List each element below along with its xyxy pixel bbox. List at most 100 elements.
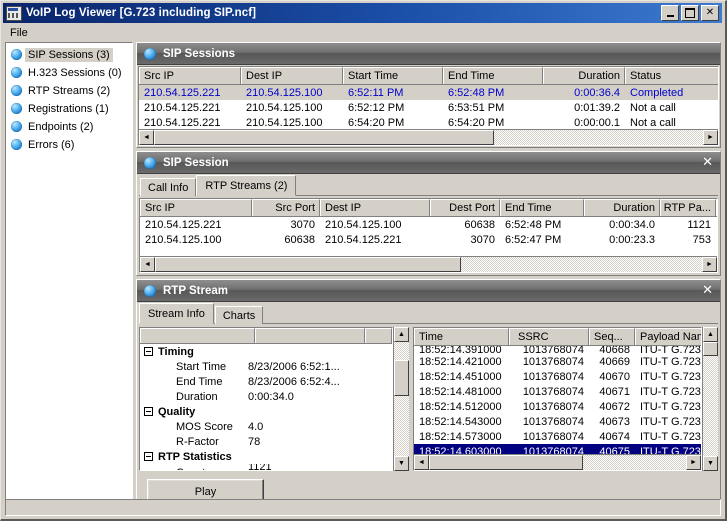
scroll-thumb[interactable] — [154, 130, 495, 145]
sip-sessions-hscrollbar[interactable]: ◄ ► — [139, 129, 718, 145]
tab-rtp-streams[interactable]: RTP Streams (2) — [196, 175, 297, 196]
table-row[interactable]: 18:52:14.421000 1013768074 40669 ITU-T G… — [414, 354, 701, 369]
column-header-time[interactable]: Time — [414, 328, 509, 345]
table-row[interactable]: 210.54.125.221 210.54.125.100 6:52:11 PM… — [139, 85, 718, 100]
scroll-down-icon[interactable]: ▼ — [703, 456, 718, 471]
rtp-streams-hscrollbar[interactable]: ◄ ► — [140, 256, 717, 272]
table-row[interactable]: 18:52:14.512000 1013768074 40672 ITU-T G… — [414, 399, 701, 414]
rtp-streams-grid[interactable]: Src IP Src Port Dest IP Dest Port End Ti… — [139, 198, 718, 273]
tab-stream-info[interactable]: Stream Info — [139, 303, 214, 324]
property-row[interactable]: End Time 8/23/2006 6:52:4... — [140, 374, 392, 389]
packet-hscrollbar[interactable]: ◄ ► — [414, 454, 701, 470]
sidebar-item-rtp-streams[interactable]: RTP Streams (2) — [6, 82, 132, 99]
cell-seq: 40675 — [599, 445, 630, 455]
column-header-start-time[interactable]: Start Time — [716, 199, 717, 216]
scroll-thumb[interactable] — [394, 360, 409, 396]
tab-call-info[interactable]: Call Info — [140, 178, 197, 196]
close-icon[interactable]: ✕ — [702, 284, 713, 297]
column-header-duration[interactable]: Duration — [543, 67, 625, 84]
property-row[interactable]: Start Time 8/23/2006 6:52:1... — [140, 359, 392, 374]
menu-item-file[interactable]: File — [3, 25, 35, 41]
property-grid-vscrollbar[interactable]: ▲ ▼ — [393, 327, 409, 471]
cell-dest-port: 3070 — [470, 233, 495, 246]
column-header-start-time[interactable]: Start Time — [343, 67, 443, 84]
table-row[interactable]: 210.54.125.221 210.54.125.100 6:52:12 PM… — [139, 100, 718, 115]
property-row[interactable]: MOS Score 4.0 — [140, 419, 392, 434]
scroll-right-icon[interactable]: ► — [702, 257, 717, 272]
collapse-toggle-icon[interactable] — [144, 452, 153, 461]
packet-grid[interactable]: Time SSRC Seq... Payload Name F 18:52:14… — [413, 327, 702, 471]
scroll-left-icon[interactable]: ◄ — [414, 455, 429, 470]
column-header-end-time[interactable]: End Time — [500, 199, 584, 216]
property-row[interactable]: Duration 0:00:34.0 — [140, 389, 392, 404]
sidebar-item-registrations[interactable]: Registrations (1) — [6, 100, 132, 117]
scroll-left-icon[interactable]: ◄ — [139, 130, 154, 145]
scroll-thumb[interactable] — [155, 257, 462, 272]
table-row[interactable]: 18:52:14.603000 1013768074 40675 ITU-T G… — [414, 444, 701, 454]
scroll-down-icon[interactable]: ▼ — [394, 456, 409, 471]
scroll-track[interactable] — [703, 342, 718, 456]
scroll-right-icon[interactable]: ► — [686, 455, 701, 470]
cell-start-time: 6:52:12 PM — [348, 101, 405, 114]
table-row[interactable]: 210.54.125.100 60638 210.54.125.221 3070… — [140, 232, 717, 247]
cell-src-ip: 210.54.125.100 — [145, 233, 222, 246]
property-column-name[interactable] — [140, 328, 255, 343]
sidebar-item-endpoints[interactable]: Endpoints (2) — [6, 118, 132, 135]
sidebar-item-sip-sessions[interactable]: SIP Sessions (3) — [6, 46, 132, 63]
packet-grid-vscrollbar[interactable]: ▲ ▼ — [702, 327, 718, 471]
property-column-extra[interactable] — [365, 328, 392, 343]
sip-sessions-grid[interactable]: Src IP Dest IP Start Time End Time Durat… — [138, 66, 719, 146]
column-header-src-ip[interactable]: Src IP — [140, 199, 252, 216]
cell-duration: 0:00:23.3 — [609, 233, 655, 246]
column-header-rtp-packets[interactable]: RTP Pa... — [660, 199, 716, 216]
scroll-up-icon[interactable]: ▲ — [703, 327, 718, 342]
table-row[interactable]: 18:52:14.391000 1013768074 40668 ITU-T G… — [414, 346, 701, 354]
column-header-status[interactable]: Status — [625, 67, 718, 84]
cell-src-port: 3070 — [290, 218, 315, 231]
sidebar-item-errors[interactable]: Errors (6) — [6, 136, 132, 153]
scroll-right-icon[interactable]: ► — [703, 130, 718, 145]
close-icon[interactable]: ✕ — [701, 5, 719, 21]
collapse-toggle-icon[interactable] — [144, 347, 153, 356]
column-header-payload-name[interactable]: Payload Name — [635, 328, 701, 345]
table-row[interactable]: 18:52:14.481000 1013768074 40671 ITU-T G… — [414, 384, 701, 399]
property-group-row[interactable]: Quality — [140, 404, 392, 419]
property-rows: Timing Start Time 8/23/2006 6:52:1... En… — [140, 344, 392, 470]
property-group-row[interactable]: RTP Statistics — [140, 449, 392, 464]
table-row[interactable]: 18:52:14.451000 1013768074 40670 ITU-T G… — [414, 369, 701, 384]
table-row[interactable]: 210.54.125.221 210.54.125.100 6:54:20 PM… — [139, 115, 718, 129]
table-row[interactable]: 210.54.125.221 3070 210.54.125.100 60638… — [140, 217, 717, 232]
scroll-track[interactable] — [155, 257, 702, 272]
column-header-dest-ip[interactable]: Dest IP — [241, 67, 343, 84]
tab-charts[interactable]: Charts — [214, 306, 264, 324]
scroll-up-icon[interactable]: ▲ — [394, 327, 409, 342]
column-header-ssrc[interactable]: SSRC — [509, 328, 589, 345]
cell-time: 18:52:14.391000 — [419, 346, 502, 354]
stream-info-property-grid[interactable]: Timing Start Time 8/23/2006 6:52:1... En… — [139, 327, 393, 471]
property-row[interactable]: R-Factor 78 — [140, 434, 392, 449]
property-column-value[interactable] — [255, 328, 365, 343]
scroll-thumb[interactable] — [703, 342, 718, 356]
property-row[interactable]: RTP Packet Count 1121 — [140, 464, 392, 470]
scroll-track[interactable] — [154, 130, 703, 145]
scroll-track[interactable] — [394, 342, 409, 456]
close-icon[interactable]: ✕ — [702, 156, 713, 169]
maximize-button[interactable] — [681, 5, 699, 21]
column-header-dest-ip[interactable]: Dest IP — [320, 199, 430, 216]
sidebar-item-h323-sessions[interactable]: H.323 Sessions (0) — [6, 64, 132, 81]
scroll-thumb[interactable] — [429, 455, 584, 470]
column-header-end-time[interactable]: End Time — [443, 67, 543, 84]
table-row[interactable]: 18:52:14.543000 1013768074 40673 ITU-T G… — [414, 414, 701, 429]
column-header-src-ip[interactable]: Src IP — [139, 67, 241, 84]
minimize-button[interactable] — [661, 5, 679, 21]
scroll-track[interactable] — [429, 455, 686, 470]
scroll-left-icon[interactable]: ◄ — [140, 257, 155, 272]
column-header-dest-port[interactable]: Dest Port — [430, 199, 500, 216]
column-header-src-port[interactable]: Src Port — [252, 199, 320, 216]
collapse-toggle-icon[interactable] — [144, 407, 153, 416]
cell-status: Not a call — [630, 101, 676, 114]
property-group-row[interactable]: Timing — [140, 344, 392, 359]
column-header-duration[interactable]: Duration — [584, 199, 660, 216]
column-header-seq[interactable]: Seq... — [589, 328, 635, 345]
table-row[interactable]: 18:52:14.573000 1013768074 40674 ITU-T G… — [414, 429, 701, 444]
